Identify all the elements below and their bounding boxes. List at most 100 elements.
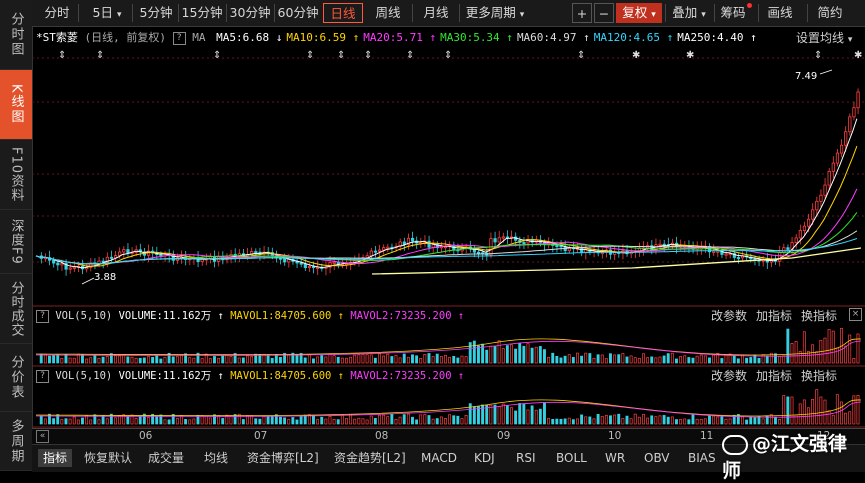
- adjust-button[interactable]: 复权 ▾: [616, 3, 662, 23]
- tab-volume[interactable]: 成交量: [148, 449, 184, 467]
- tab-more-periods[interactable]: 更多周期 ▾: [461, 3, 529, 23]
- volume-bar: [118, 415, 122, 425]
- tab-ma[interactable]: 均线: [204, 449, 228, 467]
- sidebar-item-timeshare[interactable]: 分时图: [0, 0, 32, 70]
- help-icon[interactable]: ?: [36, 369, 49, 383]
- volume-bar: [431, 356, 435, 364]
- volume-bar: [373, 357, 377, 364]
- change-params-button[interactable]: 改参数: [711, 307, 747, 323]
- help-icon[interactable]: ?: [36, 309, 49, 323]
- volume-bar: [460, 355, 464, 364]
- volume-bar: [666, 416, 670, 425]
- volume-bar: [336, 356, 340, 364]
- sidebar-item-trades[interactable]: 分时成交: [0, 274, 32, 344]
- volume-bar: [464, 415, 468, 425]
- tab-30min[interactable]: 30分钟: [227, 3, 273, 23]
- tab-60min[interactable]: 60分钟: [275, 3, 321, 23]
- volume-bar: [328, 416, 332, 425]
- switch-indicator-button[interactable]: 换指标: [801, 307, 837, 323]
- close-icon[interactable]: ×: [849, 308, 862, 321]
- candle-body: [122, 249, 126, 253]
- zoom-out-button[interactable]: −: [594, 3, 614, 23]
- volume-bar: [312, 414, 315, 425]
- volume-bar: [85, 358, 89, 364]
- tab-5day[interactable]: 5日 ▾: [84, 3, 130, 23]
- add-indicator-button[interactable]: 加指标: [756, 307, 792, 323]
- volume-bar: [336, 419, 340, 425]
- volume-bar: [279, 356, 282, 364]
- tab-monthly[interactable]: 月线: [416, 3, 456, 23]
- volume-bar: [204, 415, 208, 425]
- candle-body: [786, 247, 790, 250]
- volume-bar: [180, 354, 183, 364]
- volume-bar: [295, 419, 299, 425]
- add-indicator-button[interactable]: 加指标: [756, 367, 792, 383]
- volume-bar: [831, 330, 835, 364]
- change-params-button[interactable]: 改参数: [711, 367, 747, 383]
- volume-bar: [427, 415, 431, 425]
- sidebar-item-multi-period[interactable]: 多周期: [0, 412, 32, 471]
- volume-bar: [576, 418, 579, 425]
- overlay-button[interactable]: 叠加 ▾: [666, 3, 712, 23]
- tab-capital-game[interactable]: 资金博弈[L2]: [247, 449, 319, 467]
- tab-restore-default[interactable]: 恢复默认: [84, 449, 132, 467]
- tab-5min[interactable]: 5分钟: [134, 3, 178, 23]
- volume-bar: [811, 344, 815, 364]
- tab-boll[interactable]: BOLL: [556, 449, 587, 467]
- scroll-left-button[interactable]: «: [36, 430, 49, 443]
- tab-kdj[interactable]: KDJ: [474, 449, 495, 467]
- volume-bar: [844, 345, 848, 364]
- zoom-in-button[interactable]: +: [572, 3, 592, 23]
- left-sidebar: 分时图 K线图 F10资料 深度F9 分时成交 分价表 多周期: [0, 0, 33, 471]
- high-price-label: 7.49: [795, 71, 817, 82]
- sidebar-item-depth[interactable]: 深度F9: [0, 210, 32, 274]
- sidebar-item-f10[interactable]: F10资料: [0, 140, 32, 210]
- sidebar-item-label: 分时图: [8, 12, 24, 57]
- sidebar-item-price-table[interactable]: 分价表: [0, 344, 32, 412]
- volume-bar: [477, 406, 480, 425]
- volume-bar: [328, 353, 332, 364]
- volume-bar: [571, 357, 575, 364]
- volume-bar: [303, 357, 307, 364]
- volume-bar: [720, 358, 724, 364]
- tab-timeshare[interactable]: 分时: [38, 3, 76, 23]
- tab-macd[interactable]: MACD: [421, 449, 457, 467]
- candle-body: [782, 247, 786, 253]
- sidebar-item-label: 多周期: [8, 418, 24, 464]
- tab-weekly[interactable]: 周线: [368, 3, 408, 23]
- volume-bar: [394, 419, 398, 425]
- tab-obv[interactable]: OBV: [644, 449, 670, 467]
- tab-bias[interactable]: BIAS: [688, 449, 716, 467]
- tab-rsi[interactable]: RSI: [516, 449, 536, 467]
- tab-daily[interactable]: 日线: [323, 3, 363, 23]
- volume-bar: [60, 358, 64, 364]
- help-icon[interactable]: ?: [172, 31, 186, 45]
- switch-indicator-button[interactable]: 换指标: [801, 367, 837, 383]
- tab-indicators[interactable]: 指标: [38, 449, 73, 467]
- simple-mode-button[interactable]: 简约: [810, 3, 850, 23]
- chips-button[interactable]: 筹码: [716, 3, 756, 23]
- volume-bar: [299, 416, 303, 425]
- volume-bar: [609, 353, 612, 364]
- volume-bar: [402, 353, 406, 364]
- tab-capital-trend[interactable]: 资金趋势[L2]: [334, 449, 406, 467]
- candle-body: [118, 251, 122, 257]
- volume-panel-1-header: ? VOL(5,10) VOLUME:11.162万 ↑ MAVOL1:8470…: [36, 308, 464, 324]
- volume-bar: [827, 329, 831, 364]
- volume-bar: [736, 358, 740, 364]
- volume-bar: [147, 417, 150, 425]
- volume-bar: [97, 419, 101, 425]
- volume-bar: [444, 418, 447, 425]
- tab-wr[interactable]: WR: [605, 449, 625, 467]
- sidebar-item-label: 分时成交: [8, 280, 24, 337]
- volume-bar: [444, 354, 447, 364]
- tab-15min[interactable]: 15分钟: [179, 3, 225, 23]
- volume-bar: [662, 355, 666, 364]
- draw-line-button[interactable]: 画线: [760, 3, 800, 23]
- candle-body: [427, 240, 431, 248]
- volume-bar: [522, 403, 526, 425]
- volume-bar: [340, 414, 344, 425]
- volume-bar: [844, 412, 848, 425]
- volume-bar: [411, 416, 414, 425]
- sidebar-item-kline[interactable]: K线图: [0, 70, 32, 140]
